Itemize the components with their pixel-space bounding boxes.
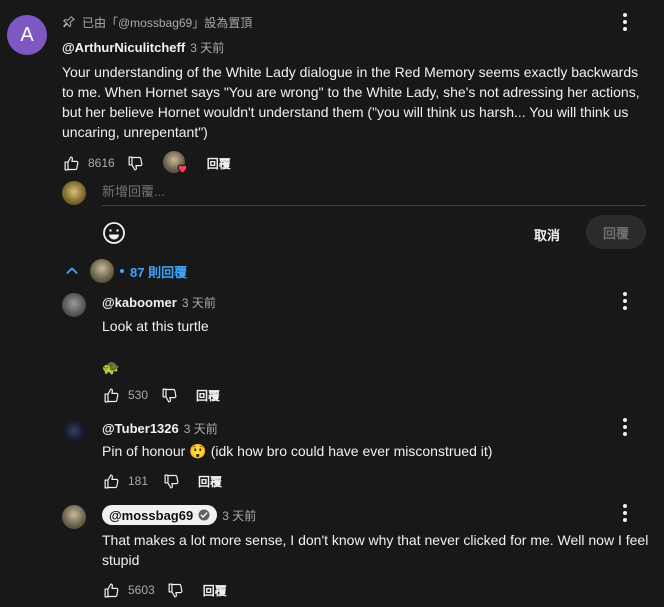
comment-author[interactable]: @ArthurNiculitcheff (62, 40, 185, 55)
comment-actions: 8616 回覆 (62, 151, 231, 175)
kebab-dot (623, 518, 627, 522)
like-button[interactable] (102, 581, 120, 599)
comment-time[interactable]: 3 天前 (190, 39, 224, 56)
like-count: 181 (128, 474, 149, 488)
replies-toggle[interactable]: 87 則回覆 (64, 258, 187, 284)
like-button[interactable] (62, 154, 80, 172)
reply-author-avatar[interactable] (62, 505, 86, 529)
like-count: 5603 (128, 583, 155, 597)
creator-avatar (90, 259, 114, 283)
kebab-dot (623, 425, 627, 429)
reply-text-end: (idk how bro could have ever misconstrue… (210, 443, 493, 459)
thumbs-down-icon (168, 583, 183, 597)
pinned-indicator: 已由「@mossbag69」設為置頂 (62, 13, 252, 31)
turtle-emoji: 🐢 (102, 359, 120, 375)
reply-text: Pin of honour 😲 (idk how bro could have … (102, 441, 492, 461)
kebab-dot (623, 27, 627, 31)
smiley-icon (103, 222, 125, 244)
pin-icon (62, 15, 76, 29)
author-avatar[interactable]: A (7, 15, 47, 55)
reply-author[interactable]: @kaboomer (102, 295, 177, 310)
creator-heart-badge (162, 151, 191, 175)
reply-time[interactable]: 3 天前 (184, 420, 218, 437)
reply-text-start: Pin of honour (102, 443, 186, 459)
thumbs-down-icon (162, 388, 176, 402)
like-button[interactable] (102, 472, 120, 490)
kebab-dot (623, 13, 627, 17)
reply-header: @Tuber1326 3 天前 (102, 420, 218, 437)
reply-author: @mossbag69 (109, 507, 194, 523)
check-circle-icon (198, 509, 210, 521)
reply-author[interactable]: @Tuber1326 (102, 421, 179, 436)
kebab-dot (623, 418, 627, 422)
reply-header: @mossbag69 3 天前 (102, 505, 256, 525)
reply-author-avatar[interactable] (62, 293, 86, 317)
dislike-button[interactable] (162, 472, 180, 490)
pinned-text: 已由「@mossbag69」設為置頂 (82, 15, 253, 30)
thumbs-up-icon (104, 474, 118, 488)
kebab-dot (623, 306, 627, 310)
thumbs-up-icon (104, 388, 118, 402)
dislike-button[interactable] (160, 386, 178, 404)
dislike-button[interactable] (127, 154, 145, 172)
kebab-dot (623, 20, 627, 24)
reply-menu-button[interactable] (615, 289, 635, 313)
reply-time[interactable]: 3 天前 (182, 294, 216, 311)
reply-menu-button[interactable] (615, 415, 635, 439)
comment-menu-button[interactable] (615, 10, 635, 34)
kebab-dot (623, 504, 627, 508)
reply-input[interactable] (102, 181, 646, 199)
reply-time[interactable]: 3 天前 (222, 507, 256, 524)
comment-text: Your understanding of the White Lady dia… (62, 64, 640, 140)
dislike-button[interactable] (167, 581, 185, 599)
reply-author-avatar[interactable] (62, 419, 86, 443)
thumbs-down-icon (164, 474, 178, 488)
reply-actions: 5603 回覆 (102, 578, 227, 602)
like-count: 530 (128, 388, 149, 402)
avatar-letter: A (20, 23, 34, 46)
thumbs-down-icon (128, 156, 143, 170)
creator-name-chip[interactable]: @mossbag69 (102, 505, 218, 525)
kebab-dot (623, 511, 627, 515)
astonished-emoji: 😲 (189, 443, 207, 459)
reply-header: @kaboomer 3 天前 (102, 294, 216, 311)
like-count: 8616 (88, 156, 115, 170)
replies-count-label: 87 則回覆 (130, 264, 188, 280)
kebab-dot (623, 432, 627, 436)
current-user-avatar (62, 181, 86, 205)
chevron-up-icon (64, 263, 80, 279)
reply-actions: 530 回覆 (102, 383, 220, 407)
thumbs-up-icon (104, 583, 118, 597)
like-button[interactable] (102, 386, 120, 404)
reply-menu-button[interactable] (615, 501, 635, 525)
heart-icon (176, 162, 189, 175)
kebab-dot (623, 292, 627, 296)
comment-header: @ArthurNiculitcheff 3 天前 (62, 39, 224, 56)
reply-text: That makes a lot more sense, I don't kno… (102, 532, 649, 568)
dot-separator (120, 269, 124, 273)
reply-button[interactable]: 回覆 (207, 155, 231, 172)
reply-actions: 181 回覆 (102, 469, 222, 493)
thumbs-up-icon (64, 156, 78, 170)
reply-button[interactable]: 回覆 (198, 473, 222, 490)
reply-input-wrapper (102, 181, 646, 206)
emoji-picker-button[interactable] (101, 220, 127, 246)
cancel-button[interactable]: 取消 (534, 225, 560, 244)
reply-button[interactable]: 回覆 (196, 387, 220, 404)
reply-button[interactable]: 回覆 (203, 582, 227, 599)
submit-reply-button[interactable]: 回覆 (586, 215, 646, 249)
reply-text: Look at this turtle (102, 318, 209, 334)
kebab-dot (623, 299, 627, 303)
